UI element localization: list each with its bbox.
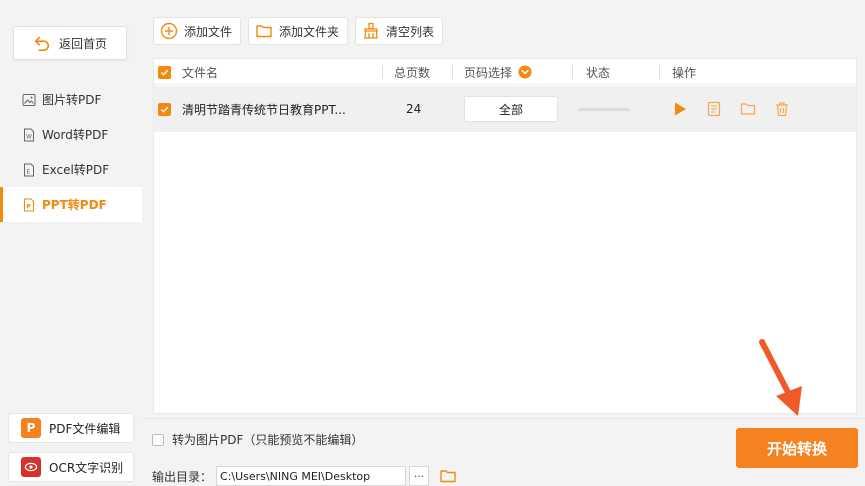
folder-icon[interactable] bbox=[740, 101, 756, 117]
browse-button[interactable]: ··· bbox=[409, 466, 430, 486]
row-actions bbox=[672, 86, 790, 132]
plus-circle-icon bbox=[160, 22, 178, 40]
back-home-label: 返回首页 bbox=[58, 36, 107, 51]
page-select-dropdown[interactable]: 全部 bbox=[464, 86, 558, 132]
sidebar-item-word-to-pdf[interactable]: W Word转PDF bbox=[0, 117, 142, 152]
clear-list-button[interactable]: 清空列表 bbox=[355, 17, 444, 45]
column-divider bbox=[572, 65, 573, 79]
header-page-select: 页码选择 bbox=[464, 59, 532, 85]
broom-icon bbox=[364, 22, 378, 39]
start-convert-button[interactable]: 开始转换 bbox=[736, 428, 858, 468]
pdf-edit-icon: P bbox=[21, 418, 41, 438]
toolbar: 添加文件 添加文件夹 清空列表 bbox=[153, 17, 444, 45]
play-icon[interactable] bbox=[672, 101, 688, 117]
sidebar-item-image-to-pdf[interactable]: 图片转PDF bbox=[0, 82, 142, 117]
pdf-edit-button[interactable]: P PDF文件编辑 bbox=[8, 413, 134, 443]
row-checkbox[interactable] bbox=[158, 86, 171, 132]
ocr-label: OCR文字识别 bbox=[49, 460, 124, 475]
svg-text:E: E bbox=[27, 168, 31, 175]
add-file-label: 添加文件 bbox=[184, 24, 233, 39]
eye-icon bbox=[21, 457, 41, 477]
image-pdf-option[interactable]: 转为图片PDF（只能预览不能编辑） bbox=[152, 431, 363, 448]
ocr-button[interactable]: OCR文字识别 bbox=[8, 452, 134, 482]
sidebar-item-label: Excel转PDF bbox=[42, 163, 110, 177]
sidebar: 返回首页 图片转PDF W Word转PDF E Excel转PDF P PPT… bbox=[0, 0, 142, 486]
header-filename: 文件名 bbox=[182, 65, 219, 80]
back-home-button[interactable]: 返回首页 bbox=[13, 26, 127, 60]
image-icon bbox=[22, 93, 36, 106]
header-action: 操作 bbox=[672, 65, 697, 80]
select-all-checkbox[interactable] bbox=[158, 59, 171, 85]
footer-bar: 转为图片PDF（只能预览不能编辑） 输出目录： C:\Users\NING ME… bbox=[143, 418, 865, 486]
row-status bbox=[578, 86, 630, 132]
sidebar-item-excel-to-pdf[interactable]: E Excel转PDF bbox=[0, 152, 142, 187]
sidebar-item-label: Word转PDF bbox=[42, 128, 109, 142]
annotation-arrow-icon bbox=[759, 339, 802, 416]
row-filename: 清明节踏青传统节日教育PPT... bbox=[182, 102, 346, 117]
sidebar-item-label: PPT转PDF bbox=[42, 198, 107, 212]
add-folder-button[interactable]: 添加文件夹 bbox=[248, 17, 349, 45]
row-pages: 24 bbox=[406, 102, 422, 116]
clear-list-label: 清空列表 bbox=[386, 24, 435, 39]
header-status: 状态 bbox=[586, 65, 611, 80]
word-file-icon: W bbox=[24, 128, 34, 141]
ppt-file-icon: P bbox=[24, 198, 34, 211]
trash-icon[interactable] bbox=[774, 101, 790, 117]
output-path-field[interactable]: C:\Users\NING MEI\Desktop bbox=[216, 466, 407, 486]
svg-text:P: P bbox=[27, 203, 32, 210]
progress-bar bbox=[578, 107, 630, 111]
image-pdf-checkbox[interactable] bbox=[152, 433, 164, 446]
pdf-edit-label: PDF文件编辑 bbox=[49, 421, 121, 436]
column-divider bbox=[382, 65, 383, 79]
add-folder-label: 添加文件夹 bbox=[279, 24, 340, 39]
table-header: 文件名 总页数 页码选择 状态 操作 bbox=[154, 59, 856, 85]
svg-text:W: W bbox=[26, 133, 32, 140]
table-row[interactable]: 清明节踏青传统节日教育PPT... 24 全部 bbox=[154, 86, 856, 132]
output-directory: 输出目录： C:\Users\NING MEI\Desktop ··· bbox=[152, 466, 457, 486]
page-select-value[interactable]: 全部 bbox=[464, 96, 558, 122]
conversion-nav: 图片转PDF W Word转PDF E Excel转PDF P PPT转PDF bbox=[0, 82, 142, 222]
chevron-down-icon[interactable] bbox=[518, 65, 532, 79]
back-arrow-icon bbox=[34, 36, 50, 52]
header-page-select-label: 页码选择 bbox=[464, 65, 513, 80]
image-pdf-label: 转为图片PDF（只能预览不能编辑） bbox=[172, 433, 364, 447]
column-divider bbox=[659, 65, 660, 79]
excel-file-icon: E bbox=[24, 163, 34, 176]
column-divider bbox=[452, 65, 453, 79]
sidebar-item-ppt-to-pdf[interactable]: P PPT转PDF bbox=[0, 187, 142, 222]
open-folder-icon[interactable] bbox=[439, 467, 457, 485]
header-total-pages: 总页数 bbox=[394, 65, 431, 80]
document-icon[interactable] bbox=[706, 101, 722, 117]
output-dir-label: 输出目录： bbox=[152, 469, 213, 484]
sidebar-item-label: 图片转PDF bbox=[42, 93, 102, 107]
folder-icon bbox=[256, 25, 272, 38]
add-file-button[interactable]: 添加文件 bbox=[153, 17, 242, 45]
